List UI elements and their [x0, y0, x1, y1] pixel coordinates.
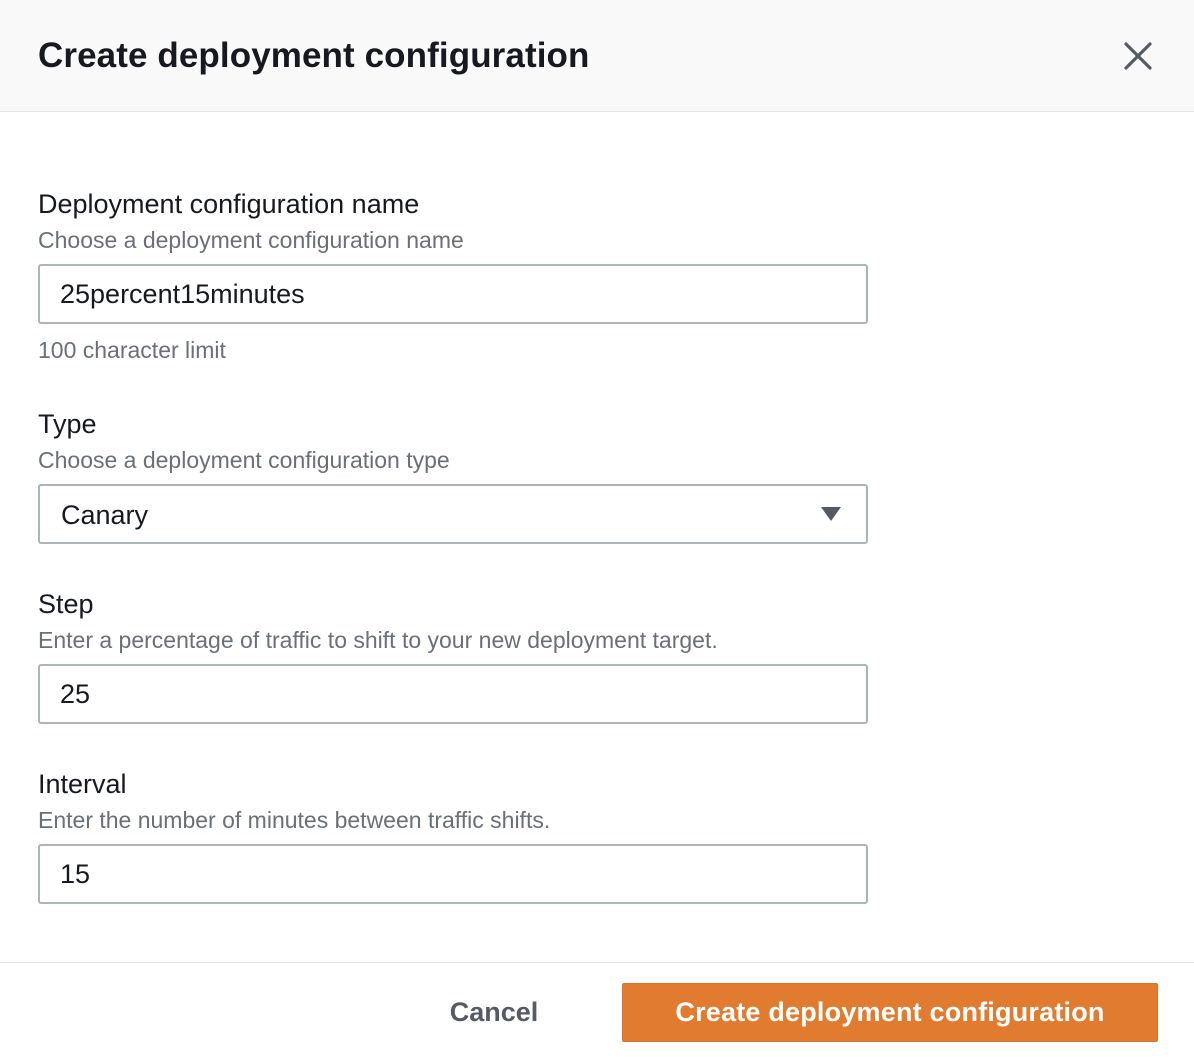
- type-label: Type: [38, 409, 97, 439]
- step-label: Step: [38, 589, 94, 619]
- modal-footer: Cancel Create deployment configuration: [0, 962, 1194, 1062]
- create-deployment-config-button[interactable]: Create deployment configuration: [622, 983, 1158, 1042]
- type-description: Choose a deployment configuration type: [38, 447, 450, 473]
- step-input[interactable]: [38, 664, 868, 724]
- interval-input[interactable]: [38, 844, 868, 904]
- type-select[interactable]: Canary: [38, 484, 868, 544]
- name-description: Choose a deployment configuration name: [38, 227, 464, 253]
- name-hint: 100 character limit: [38, 337, 226, 363]
- close-button[interactable]: [1118, 36, 1158, 76]
- caret-down-icon: [820, 506, 842, 527]
- name-input[interactable]: [38, 264, 868, 324]
- step-description: Enter a percentage of traffic to shift t…: [38, 627, 718, 653]
- modal-title: Create deployment configuration: [38, 36, 590, 75]
- interval-label: Interval: [38, 769, 127, 799]
- modal-header: Create deployment configuration: [0, 0, 1194, 112]
- cancel-button[interactable]: Cancel: [430, 983, 558, 1041]
- create-deployment-config-modal: Create deployment configuration Deployme…: [0, 0, 1194, 1062]
- name-label: Deployment configuration name: [38, 189, 420, 219]
- type-select-value: Canary: [61, 500, 149, 530]
- interval-description: Enter the number of minutes between traf…: [38, 807, 551, 833]
- close-icon: [1118, 36, 1158, 76]
